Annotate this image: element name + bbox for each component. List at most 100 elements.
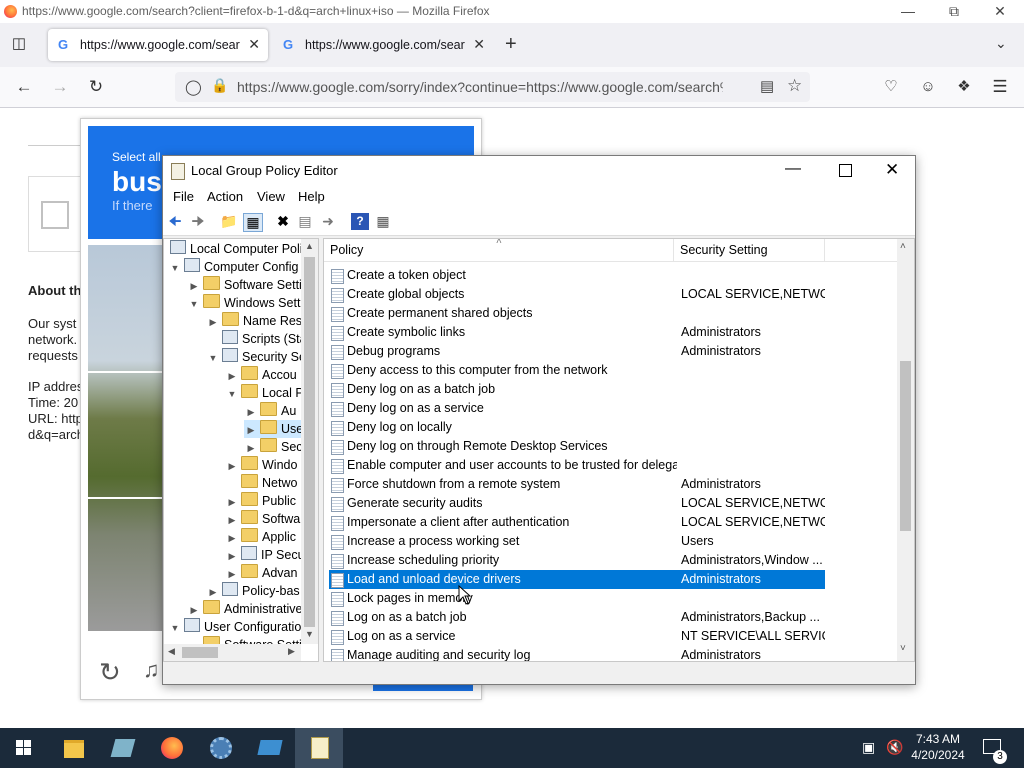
tree-node[interactable]: ▶ Name Res [206, 312, 302, 330]
scroll-right-icon[interactable]: ▶ [288, 646, 295, 657]
chevron-right-icon[interactable]: ▶ [187, 601, 201, 619]
column-divider[interactable] [673, 239, 674, 261]
url-bar[interactable]: ◯ 🔒 https://www.google.com/sorry/index?c… [175, 72, 810, 102]
help-icon[interactable]: ? [351, 213, 369, 230]
policy-row[interactable]: Deny log on as a batch job [329, 380, 825, 399]
show-hide-tree-icon[interactable]: ▦ [243, 213, 263, 232]
tree-node[interactable]: Netwo [225, 474, 297, 492]
tab-inactive[interactable]: G https://www.google.com/search ✕ [273, 29, 493, 61]
tree-node[interactable]: Scripts (Sta [206, 330, 307, 348]
policy-row[interactable]: Log on as a batch job Administrators,Back… [329, 608, 825, 627]
policy-row[interactable]: Manage auditing and security log Administ… [329, 646, 825, 661]
tree-node[interactable]: ▶ Softwa [225, 510, 300, 528]
policy-row[interactable]: Deny log on through Remote Desktop Servi… [329, 437, 825, 456]
chevron-right-icon[interactable]: ▶ [225, 547, 239, 565]
policy-row[interactable]: Log on as a service NT SERVICE\ALL SERVIC… [329, 627, 825, 646]
tree-node[interactable]: ▶ Sec [244, 438, 303, 456]
reload-challenge-icon[interactable]: ↻ [99, 657, 121, 688]
tree-node[interactable]: ▼ Windows Sett [187, 294, 300, 312]
policy-row[interactable]: Deny access to this computer from the ne… [329, 361, 825, 380]
tree-node[interactable]: ▼ User Configuratio [168, 618, 301, 636]
tree-hscroll-thumb[interactable] [182, 647, 218, 658]
chevron-right-icon[interactable]: ▶ [225, 367, 239, 385]
export-list-icon[interactable]: ➜ [319, 213, 337, 230]
clock[interactable]: 7:43 AM 4/20/2024 [907, 731, 969, 763]
tree-node-selected[interactable]: ▶ Use [244, 420, 304, 439]
scroll-up-icon[interactable]: ▲ [305, 241, 314, 251]
policy-row[interactable]: Create a token object [329, 266, 825, 285]
chevron-right-icon[interactable]: ▶ [206, 313, 220, 331]
policy-row[interactable]: Lock pages in memory [329, 589, 825, 608]
tab-active[interactable]: G https://www.google.com/search ✕ [48, 29, 268, 61]
list-all-tabs-icon[interactable]: ◫ [10, 36, 28, 52]
tree-node[interactable]: ▼ Security Se [206, 348, 306, 366]
close-button[interactable]: ✕ [977, 0, 1023, 23]
tree-node[interactable]: ▶ Policy-bas [206, 582, 300, 600]
policy-row[interactable]: Create permanent shared objects [329, 304, 825, 323]
chevron-down-icon[interactable]: ▼ [225, 385, 239, 403]
column-header-security-setting[interactable]: Security Setting [680, 243, 768, 257]
account-icon[interactable]: ☺ [916, 75, 940, 99]
scroll-left-icon[interactable]: ◀ [168, 646, 175, 657]
tree-node[interactable]: ▶ Applic [225, 528, 296, 546]
policy-row[interactable]: Increase scheduling priority Administrato… [329, 551, 825, 570]
recaptcha-checkbox[interactable] [41, 201, 69, 229]
policy-row[interactable]: Impersonate a client after authenticatio… [329, 513, 825, 532]
chevron-down-icon[interactable]: ▼ [187, 295, 201, 313]
volume-muted-icon[interactable]: 🔇 [886, 739, 903, 756]
network-icon[interactable]: ▣ [862, 739, 875, 756]
tree-vertical-scrollbar[interactable]: ▲ ▼ [301, 239, 318, 644]
menu-icon[interactable]: ☰ [988, 75, 1012, 99]
list-scroll-thumb[interactable] [900, 361, 911, 531]
tree-node[interactable]: ▶ Accou [225, 366, 297, 384]
column-divider[interactable] [824, 239, 825, 261]
firefox-icon[interactable] [148, 728, 196, 768]
chevron-down-icon[interactable]: ▼ [168, 619, 182, 637]
gpe-close-button[interactable]: ✕ [885, 160, 899, 180]
file-explorer-icon[interactable] [50, 728, 98, 768]
chevron-right-icon[interactable]: ▶ [225, 493, 239, 511]
group-policy-editor-taskbar-icon[interactable] [295, 728, 343, 768]
show-action-pane-icon[interactable]: ▦ [374, 213, 392, 230]
forward-icon[interactable]: 🠊 [189, 213, 207, 230]
policy-row[interactable]: Force shutdown from a remote system Admin… [329, 475, 825, 494]
list-vertical-scrollbar[interactable]: ˄ ˅ [897, 239, 914, 661]
shield-icon[interactable]: ◯ [185, 78, 202, 96]
chevron-right-icon[interactable]: ▶ [244, 403, 258, 421]
tree-node[interactable]: ▶ Au [244, 402, 296, 420]
tree-node[interactable]: ▶ IP Secu [225, 546, 305, 564]
policy-row[interactable]: Create global objects LOCAL SERVICE,NETWO… [329, 285, 825, 304]
chevron-down-icon[interactable]: ▼ [168, 259, 182, 277]
forward-icon[interactable]: → [48, 75, 72, 99]
tree-node[interactable]: ▶ Software Setti [187, 276, 302, 294]
chevron-right-icon[interactable]: ▶ [244, 439, 258, 457]
gpe-maximize-button[interactable] [839, 164, 852, 177]
scroll-up-icon[interactable]: ˄ [900, 241, 906, 252]
back-icon[interactable]: 🠈 [166, 213, 184, 230]
minimize-button[interactable]: — [885, 0, 931, 23]
policy-row[interactable]: Deny log on as a service [329, 399, 825, 418]
maximize-button[interactable]: ⧉ [931, 0, 977, 23]
properties-icon[interactable]: ▤ [296, 213, 314, 230]
gpe-minimize-button[interactable]: — [785, 160, 801, 178]
chevron-right-icon[interactable]: ▶ [225, 529, 239, 547]
chevron-right-icon[interactable]: ▶ [187, 277, 201, 295]
tree-scroll-thumb[interactable] [304, 257, 315, 627]
start-button[interactable] [0, 728, 48, 768]
chevron-right-icon[interactable]: ▶ [225, 511, 239, 529]
column-header-policy[interactable]: Policy [330, 243, 363, 257]
tree-node[interactable]: Local Computer Polic [168, 240, 309, 258]
menu-help[interactable]: Help [298, 189, 325, 204]
reload-icon[interactable]: ↻ [84, 75, 108, 99]
tree-node[interactable]: ▶ Windo [225, 456, 297, 474]
close-tab-icon[interactable]: ✕ [248, 36, 260, 53]
chevron-right-icon[interactable]: ▶ [206, 583, 220, 601]
chevron-right-icon[interactable]: ▶ [244, 421, 258, 439]
chevron-right-icon[interactable]: ▶ [225, 565, 239, 583]
pocket-icon[interactable]: ♡ [879, 75, 903, 99]
tree-node[interactable]: ▼ Computer Config [168, 258, 299, 276]
menu-file[interactable]: File [173, 189, 194, 204]
tree-node[interactable]: ▶ Public [225, 492, 296, 510]
policy-row[interactable]: Increase a process working set Users [329, 532, 825, 551]
chevron-down-icon[interactable]: ⌄ [995, 35, 1007, 52]
